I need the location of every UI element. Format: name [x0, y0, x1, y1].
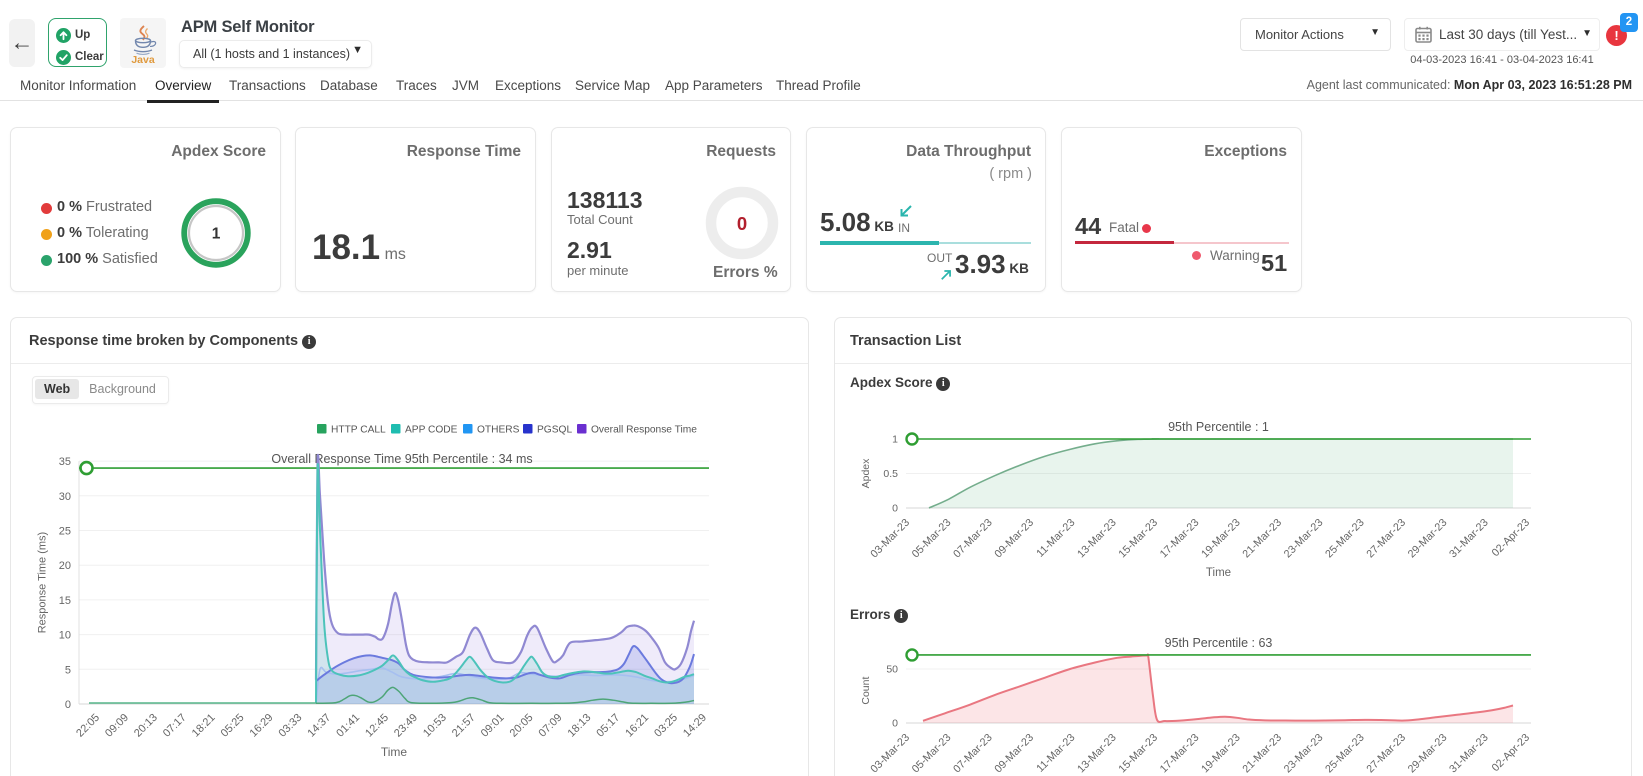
svg-text:10: 10	[59, 630, 71, 642]
svg-text:0: 0	[65, 699, 71, 711]
svg-text:27-Mar-23: 27-Mar-23	[1364, 732, 1408, 776]
svg-text:Count: Count	[860, 677, 872, 705]
svg-text:11-Mar-23: 11-Mar-23	[1034, 732, 1077, 775]
svg-text:23:49: 23:49	[392, 712, 420, 740]
svg-text:HTTP CALL: HTTP CALL	[331, 425, 386, 436]
svg-text:22:05: 22:05	[74, 712, 102, 740]
svg-text:09-Mar-23: 09-Mar-23	[992, 732, 1036, 776]
svg-text:1: 1	[212, 226, 221, 243]
svg-text:07-Mar-23: 07-Mar-23	[951, 517, 995, 561]
svg-text:15: 15	[59, 595, 71, 607]
svg-text:03:25: 03:25	[652, 712, 680, 740]
svg-text:Overall Response Time 95th Per: Overall Response Time 95th Percentile : …	[271, 452, 532, 466]
svg-text:16:21: 16:21	[623, 712, 651, 740]
svg-text:25-Mar-23: 25-Mar-23	[1323, 517, 1367, 561]
svg-text:95th Percentile : 1: 95th Percentile : 1	[1168, 420, 1269, 434]
svg-text:31-Mar-23: 31-Mar-23	[1447, 732, 1491, 776]
svg-text:19-Mar-23: 19-Mar-23	[1199, 517, 1243, 561]
svg-text:18:13: 18:13	[565, 712, 593, 740]
svg-text:Java: Java	[131, 54, 155, 66]
svg-text:PGSQL: PGSQL	[537, 425, 572, 436]
svg-text:13-Mar-23: 13-Mar-23	[1075, 517, 1119, 561]
svg-text:16:29: 16:29	[248, 712, 276, 740]
svg-text:05-Mar-23: 05-Mar-23	[910, 732, 954, 776]
svg-text:1: 1	[892, 434, 898, 446]
svg-text:Time: Time	[1206, 567, 1231, 579]
svg-text:31-Mar-23: 31-Mar-23	[1447, 517, 1491, 561]
svg-text:03:33: 03:33	[276, 712, 304, 740]
svg-text:21-Mar-23: 21-Mar-23	[1240, 517, 1284, 561]
svg-text:35: 35	[59, 456, 71, 468]
svg-text:12:45: 12:45	[363, 712, 391, 740]
svg-text:0.5: 0.5	[883, 468, 898, 480]
svg-text:02-Apr-23: 02-Apr-23	[1490, 517, 1532, 559]
svg-text:05-Mar-23: 05-Mar-23	[910, 517, 954, 561]
svg-text:09-Mar-23: 09-Mar-23	[992, 517, 1036, 561]
svg-text:21:57: 21:57	[450, 712, 478, 740]
svg-text:14:29: 14:29	[681, 712, 709, 740]
svg-text:Response Time (ms): Response Time (ms)	[37, 532, 49, 633]
svg-text:05:25: 05:25	[219, 712, 247, 740]
svg-text:30: 30	[59, 491, 71, 503]
svg-text:21-Mar-23: 21-Mar-23	[1240, 732, 1284, 776]
svg-text:0: 0	[892, 503, 898, 515]
svg-text:29-Mar-23: 29-Mar-23	[1406, 732, 1450, 776]
svg-text:13-Mar-23: 13-Mar-23	[1075, 732, 1119, 776]
svg-text:19-Mar-23: 19-Mar-23	[1199, 732, 1243, 776]
svg-text:0: 0	[892, 718, 898, 730]
svg-text:95th Percentile : 63: 95th Percentile : 63	[1165, 636, 1273, 650]
svg-text:09:09: 09:09	[103, 712, 131, 740]
svg-text:Overall Response Time: Overall Response Time	[591, 425, 697, 436]
svg-text:03-Mar-23: 03-Mar-23	[868, 517, 912, 561]
svg-text:Apdex: Apdex	[860, 458, 872, 489]
svg-text:03-Mar-23: 03-Mar-23	[868, 732, 912, 776]
svg-text:20: 20	[59, 560, 71, 572]
svg-text:5: 5	[65, 664, 71, 676]
svg-text:50: 50	[886, 664, 898, 676]
svg-text:17-Mar-23: 17-Mar-23	[1158, 517, 1202, 561]
svg-text:0: 0	[737, 213, 747, 234]
svg-text:23-Mar-23: 23-Mar-23	[1282, 517, 1326, 561]
svg-text:09:01: 09:01	[479, 712, 507, 740]
svg-text:APP CODE: APP CODE	[405, 425, 458, 436]
svg-text:17-Mar-23: 17-Mar-23	[1158, 732, 1202, 776]
svg-text:07-Mar-23: 07-Mar-23	[951, 732, 995, 776]
svg-text:10:53: 10:53	[421, 712, 449, 740]
svg-text:02-Apr-23: 02-Apr-23	[1490, 732, 1532, 774]
svg-text:01:41: 01:41	[334, 712, 362, 740]
svg-text:Time: Time	[381, 745, 408, 759]
svg-text:14:37: 14:37	[305, 712, 333, 740]
svg-text:07:17: 07:17	[161, 712, 189, 740]
svg-text:15-Mar-23: 15-Mar-23	[1116, 517, 1160, 561]
svg-text:15-Mar-23: 15-Mar-23	[1116, 732, 1160, 776]
svg-text:20:05: 20:05	[508, 712, 536, 740]
svg-text:29-Mar-23: 29-Mar-23	[1406, 517, 1450, 561]
svg-text:20:13: 20:13	[132, 712, 160, 740]
svg-text:05:17: 05:17	[594, 712, 622, 740]
svg-text:27-Mar-23: 27-Mar-23	[1364, 517, 1408, 561]
svg-text:25: 25	[59, 526, 71, 538]
svg-text:25-Mar-23: 25-Mar-23	[1323, 732, 1367, 776]
svg-text:23-Mar-23: 23-Mar-23	[1282, 732, 1326, 776]
svg-text:18:21: 18:21	[190, 712, 218, 740]
svg-text:OTHERS: OTHERS	[477, 425, 520, 436]
svg-text:07:09: 07:09	[537, 712, 565, 740]
svg-text:11-Mar-23: 11-Mar-23	[1034, 517, 1077, 560]
